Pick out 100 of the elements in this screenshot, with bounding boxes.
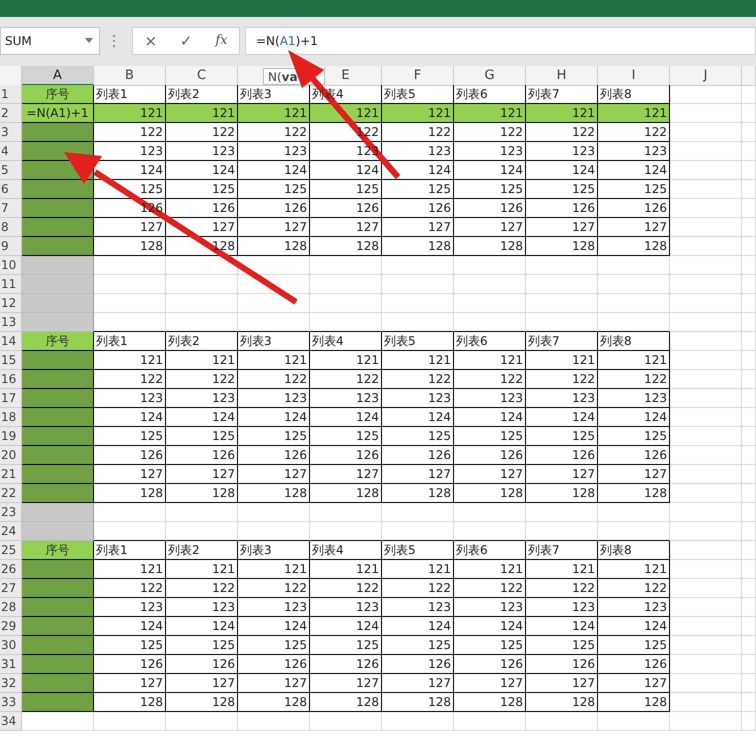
table-cell: 122 bbox=[526, 579, 598, 598]
table-cell: 127 bbox=[94, 465, 166, 484]
table-cell: 序号 bbox=[22, 541, 94, 560]
table-cell: 127 bbox=[310, 674, 382, 693]
table-cell: 127 bbox=[598, 218, 670, 237]
table-cell: 124 bbox=[238, 617, 310, 636]
table-cell: 124 bbox=[382, 408, 454, 427]
table-cell: 124 bbox=[526, 617, 598, 636]
table-cell: 121 bbox=[310, 351, 382, 370]
table-cell: 125 bbox=[166, 180, 238, 199]
table-cell: 127 bbox=[526, 465, 598, 484]
table-cell: 123 bbox=[166, 598, 238, 617]
table-cell: 122 bbox=[526, 123, 598, 142]
table-cell: 122 bbox=[94, 579, 166, 598]
table-cell: 128 bbox=[454, 693, 526, 712]
table-cell: 121 bbox=[238, 560, 310, 579]
table-cell: 125 bbox=[166, 636, 238, 655]
table-cell: 列表8 bbox=[598, 541, 670, 560]
table-cell: 128 bbox=[598, 484, 670, 503]
table-cell: 125 bbox=[526, 427, 598, 446]
table-cell: 121 bbox=[166, 560, 238, 579]
table-cell: 125 bbox=[94, 427, 166, 446]
table-cell: 127 bbox=[238, 465, 310, 484]
table-cell: 127 bbox=[598, 674, 670, 693]
table-cell: 121 bbox=[94, 351, 166, 370]
table-cell: 122 bbox=[598, 123, 670, 142]
table-cell: 列表1 bbox=[94, 332, 166, 351]
table-cell: 125 bbox=[598, 180, 670, 199]
table-cell: 121 bbox=[166, 104, 238, 123]
table-cell: 122 bbox=[382, 579, 454, 598]
table-cell: 列表5 bbox=[382, 332, 454, 351]
table-cell: 124 bbox=[310, 408, 382, 427]
table-cell: 124 bbox=[94, 408, 166, 427]
table-cell: 124 bbox=[238, 408, 310, 427]
table-cell: 122 bbox=[166, 123, 238, 142]
table-cell: 121 bbox=[166, 351, 238, 370]
table-cell: 128 bbox=[598, 237, 670, 256]
table-cell: 128 bbox=[310, 484, 382, 503]
table-cell: 124 bbox=[454, 617, 526, 636]
table-cell: 128 bbox=[310, 693, 382, 712]
table-cell: 列表8 bbox=[598, 332, 670, 351]
table-cell: 126 bbox=[454, 199, 526, 218]
table-cell: 123 bbox=[598, 598, 670, 617]
table-cell: 126 bbox=[382, 199, 454, 218]
table-cell: 126 bbox=[94, 655, 166, 674]
table-cell: 124 bbox=[382, 617, 454, 636]
table-cell: 121 bbox=[598, 104, 670, 123]
table-cell: 123 bbox=[598, 142, 670, 161]
table-cell: 123 bbox=[526, 389, 598, 408]
table-cell: 122 bbox=[238, 579, 310, 598]
table-cell: 127 bbox=[382, 218, 454, 237]
table-cell: 127 bbox=[598, 465, 670, 484]
table-cell: 121 bbox=[382, 104, 454, 123]
table-cell: 列表6 bbox=[454, 541, 526, 560]
table-cell: 122 bbox=[310, 579, 382, 598]
table-cell: 125 bbox=[382, 636, 454, 655]
table-cell: 121 bbox=[526, 560, 598, 579]
table-cell: 124 bbox=[598, 408, 670, 427]
table-cell: 126 bbox=[598, 655, 670, 674]
table-cell: 124 bbox=[598, 161, 670, 180]
table-cell: 列表2 bbox=[166, 541, 238, 560]
table-cell: 125 bbox=[238, 636, 310, 655]
table-cell: 列表4 bbox=[310, 541, 382, 560]
table-cell: 124 bbox=[454, 161, 526, 180]
table-cell: 123 bbox=[382, 389, 454, 408]
table-cell: 122 bbox=[382, 370, 454, 389]
table-cell: =N(A1)+1 bbox=[22, 104, 94, 123]
table-cell: 121 bbox=[382, 351, 454, 370]
table-cell: 128 bbox=[238, 237, 310, 256]
table-cell: 125 bbox=[238, 427, 310, 446]
table-cell: 125 bbox=[526, 180, 598, 199]
table-cell: 128 bbox=[166, 484, 238, 503]
table-cell: 128 bbox=[238, 693, 310, 712]
table-cell: 126 bbox=[310, 446, 382, 465]
table-cell: 127 bbox=[454, 674, 526, 693]
table-cell: 124 bbox=[166, 408, 238, 427]
table-cell: 126 bbox=[238, 446, 310, 465]
table-cell: 127 bbox=[454, 465, 526, 484]
table-cell: 123 bbox=[598, 389, 670, 408]
table-cell: 125 bbox=[94, 636, 166, 655]
table-cell: 124 bbox=[598, 617, 670, 636]
table-cell: 123 bbox=[310, 389, 382, 408]
table-cell: 126 bbox=[598, 199, 670, 218]
table-cell: 122 bbox=[382, 123, 454, 142]
table-cell: 125 bbox=[598, 427, 670, 446]
table-cell: 121 bbox=[526, 351, 598, 370]
table-cell: 125 bbox=[454, 427, 526, 446]
table-cell: 126 bbox=[166, 655, 238, 674]
table-cell: 列表7 bbox=[526, 332, 598, 351]
table-cell: 121 bbox=[526, 104, 598, 123]
table-cell: 124 bbox=[526, 161, 598, 180]
table-cell: 121 bbox=[94, 104, 166, 123]
table-cell: 127 bbox=[526, 218, 598, 237]
table-cell: 127 bbox=[166, 465, 238, 484]
table-cell: 125 bbox=[310, 636, 382, 655]
table-cell: 128 bbox=[598, 693, 670, 712]
table-cell: 122 bbox=[310, 370, 382, 389]
table-cell: 128 bbox=[454, 484, 526, 503]
table-cell: 126 bbox=[454, 655, 526, 674]
table-cell: 125 bbox=[310, 427, 382, 446]
